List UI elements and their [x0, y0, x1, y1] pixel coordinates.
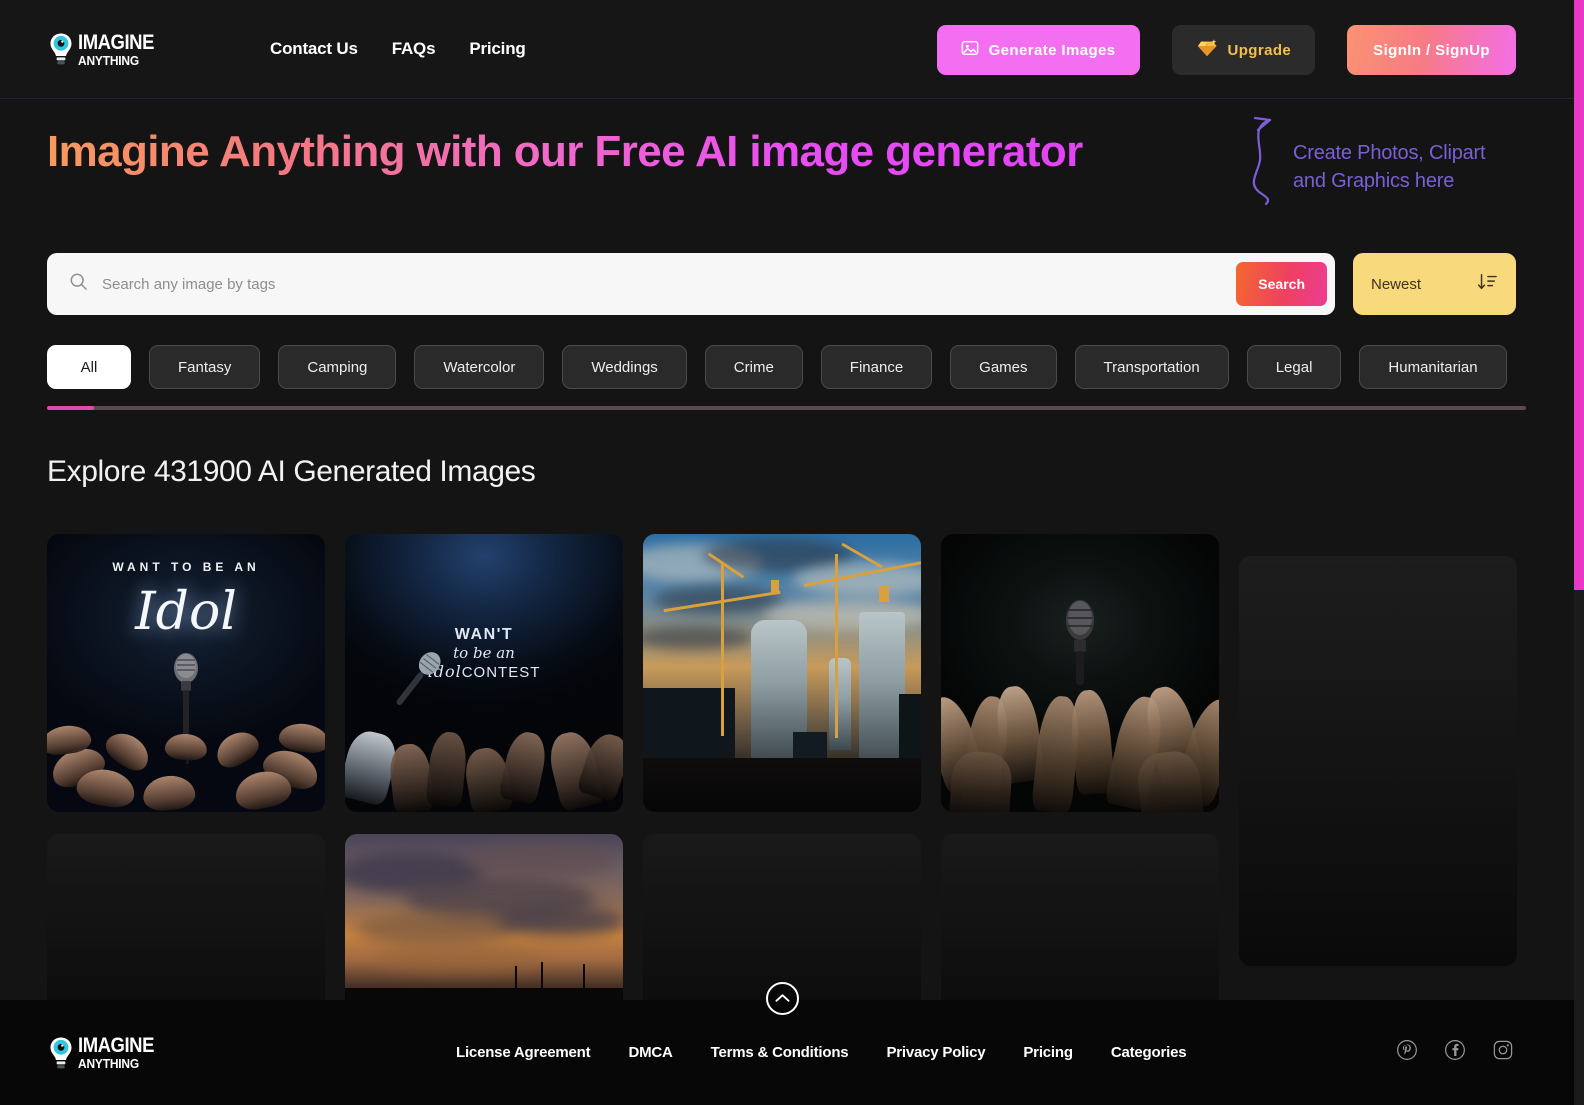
hands-illustration [345, 662, 623, 812]
category-tabs-list: All Fantasy Camping Watercolor Weddings … [47, 345, 1526, 389]
gallery-item-sunset-sky-clouds[interactable] [345, 834, 623, 1014]
category-tab-weddings[interactable]: Weddings [562, 345, 687, 389]
category-tab-humanitarian[interactable]: Humanitarian [1359, 345, 1507, 389]
signin-signup-button[interactable]: SignIn / SignUp [1347, 25, 1516, 75]
gallery-item-idol-contest-crowd[interactable]: WAN'T to be an idolCONTEST [345, 534, 623, 812]
logo-line-1: IMAGINE [78, 30, 154, 54]
scroll-to-top-button[interactable] [766, 982, 799, 1015]
artwork: WANT TO BE AN Idol [47, 534, 325, 812]
page-root: IMAGINE ANYTHING Contact Us FAQs Pricing… [0, 0, 1584, 1105]
chevron-up-icon [775, 990, 790, 1008]
gallery-item-placeholder[interactable] [1239, 556, 1517, 966]
category-tabs: All Fantasy Camping Watercolor Weddings … [47, 345, 1526, 389]
footer-link-license-agreement[interactable]: License Agreement [456, 1044, 591, 1061]
gallery-column: WANT TO BE AN Idol [47, 534, 325, 1014]
footer-link-categories[interactable]: Categories [1111, 1044, 1187, 1061]
category-tab-crime[interactable]: Crime [704, 345, 803, 389]
gallery-column: WAN'T to be an idolCONTEST [345, 534, 623, 1014]
artwork [345, 834, 623, 1014]
search-row: Search Newest [47, 253, 1516, 315]
hero-note: Create Photos, Clipart and Graphics here [1293, 142, 1486, 192]
image-icon [961, 39, 979, 61]
gallery-column [643, 534, 921, 1014]
gallery-grid: WANT TO BE AN Idol WAN'T to be an idolCO… [47, 534, 1527, 1014]
site-footer: IMAGINE ANYTHING License Agreement DMCA … [0, 1000, 1574, 1105]
site-header: IMAGINE ANYTHING Contact Us FAQs Pricing… [0, 0, 1574, 99]
gallery-item-city-construction-cranes-sunset[interactable] [643, 534, 921, 812]
category-tab-transportation[interactable]: Transportation [1074, 345, 1229, 389]
main-nav: Contact Us FAQs Pricing [270, 39, 526, 59]
sort-dropdown[interactable]: Newest [1353, 253, 1516, 315]
sort-descending-icon [1476, 272, 1498, 297]
lightbulb-eye-logo-icon [48, 1036, 74, 1070]
generate-images-label: Generate Images [988, 41, 1116, 59]
footer-logo[interactable]: IMAGINE ANYTHING [48, 1035, 168, 1070]
instagram-icon[interactable] [1492, 1039, 1514, 1066]
page-scrollbar-thumb[interactable] [1574, 0, 1584, 590]
social-links [1396, 1039, 1514, 1066]
signin-signup-label: SignIn / SignUp [1373, 41, 1490, 59]
category-tab-all[interactable]: All [47, 345, 131, 389]
footer-link-terms-conditions[interactable]: Terms & Conditions [711, 1044, 849, 1061]
sort-value: Newest [1371, 275, 1422, 293]
footer-logo-line-1: IMAGINE [78, 1034, 154, 1057]
artwork: WAN'T to be an idolCONTEST [345, 534, 623, 812]
logo-wordmark: IMAGINE ANYTHING [78, 32, 164, 67]
gallery-item-crowd-hands-reaching-microphone[interactable] [941, 534, 1219, 812]
search-box: Search [47, 253, 1335, 315]
gallery-column [941, 534, 1219, 1014]
artwork [941, 534, 1219, 812]
gallery-heading: Explore 431900 AI Generated Images [47, 455, 536, 488]
page-scrollbar[interactable] [1574, 0, 1584, 1105]
category-tab-camping[interactable]: Camping [278, 345, 397, 389]
footer-logo-line-2: ANYTHING [78, 1056, 139, 1071]
image-gallery: WANT TO BE AN Idol WAN'T to be an idolCO… [47, 534, 1527, 1014]
footer-link-privacy-policy[interactable]: Privacy Policy [886, 1044, 985, 1061]
search-icon [69, 272, 88, 296]
category-tab-watercolor[interactable]: Watercolor [414, 345, 545, 389]
artwork-caption-1: WAN'T [454, 626, 514, 643]
hands-illustration [941, 602, 1219, 812]
footer-links: License Agreement DMCA Terms & Condition… [456, 1044, 1187, 1061]
category-tabs-scrollbar[interactable] [47, 406, 1526, 410]
lightbulb-eye-logo-icon [48, 32, 74, 66]
gallery-item-placeholder[interactable] [941, 834, 1219, 1014]
gallery-item-idol-microphone-hands[interactable]: WANT TO BE AN Idol [47, 534, 325, 812]
artwork [643, 534, 921, 812]
category-tab-fantasy[interactable]: Fantasy [149, 345, 261, 389]
diamond-icon [1196, 38, 1218, 62]
nav-item-faqs[interactable]: FAQs [392, 39, 436, 59]
pinterest-icon[interactable] [1396, 1039, 1418, 1066]
footer-link-pricing[interactable]: Pricing [1023, 1044, 1073, 1061]
header-logo[interactable]: IMAGINE ANYTHING [48, 32, 168, 67]
logo-line-2: ANYTHING [78, 52, 139, 68]
footer-logo-wordmark: IMAGINE ANYTHING [78, 1035, 164, 1070]
category-tabs-scrollbar-thumb[interactable] [47, 406, 94, 410]
category-tab-finance[interactable]: Finance [820, 345, 933, 389]
gallery-item-placeholder[interactable] [47, 834, 325, 1014]
facebook-icon[interactable] [1444, 1039, 1466, 1066]
nav-item-pricing[interactable]: Pricing [469, 39, 525, 59]
artwork-caption-2: to be an [453, 644, 515, 662]
category-tab-games[interactable]: Games [950, 345, 1057, 389]
category-tab-legal[interactable]: Legal [1246, 345, 1342, 389]
hands-illustration [47, 632, 325, 812]
page-title: Imagine Anything with our Free AI image … [47, 127, 1083, 176]
footer-link-dmca[interactable]: DMCA [628, 1044, 672, 1061]
generate-images-button[interactable]: Generate Images [936, 25, 1140, 75]
search-button[interactable]: Search [1236, 262, 1327, 306]
gallery-column [1239, 534, 1517, 966]
header-actions: Generate Images Upgrade SignIn / SignUp [936, 25, 1516, 75]
curved-arrow-icon [1240, 112, 1286, 213]
artwork-caption-top: WANT TO BE AN [112, 560, 260, 574]
upgrade-button[interactable]: Upgrade [1171, 25, 1316, 75]
nav-item-contact-us[interactable]: Contact Us [270, 39, 358, 59]
search-input[interactable] [102, 275, 1237, 293]
upgrade-label: Upgrade [1227, 41, 1292, 59]
